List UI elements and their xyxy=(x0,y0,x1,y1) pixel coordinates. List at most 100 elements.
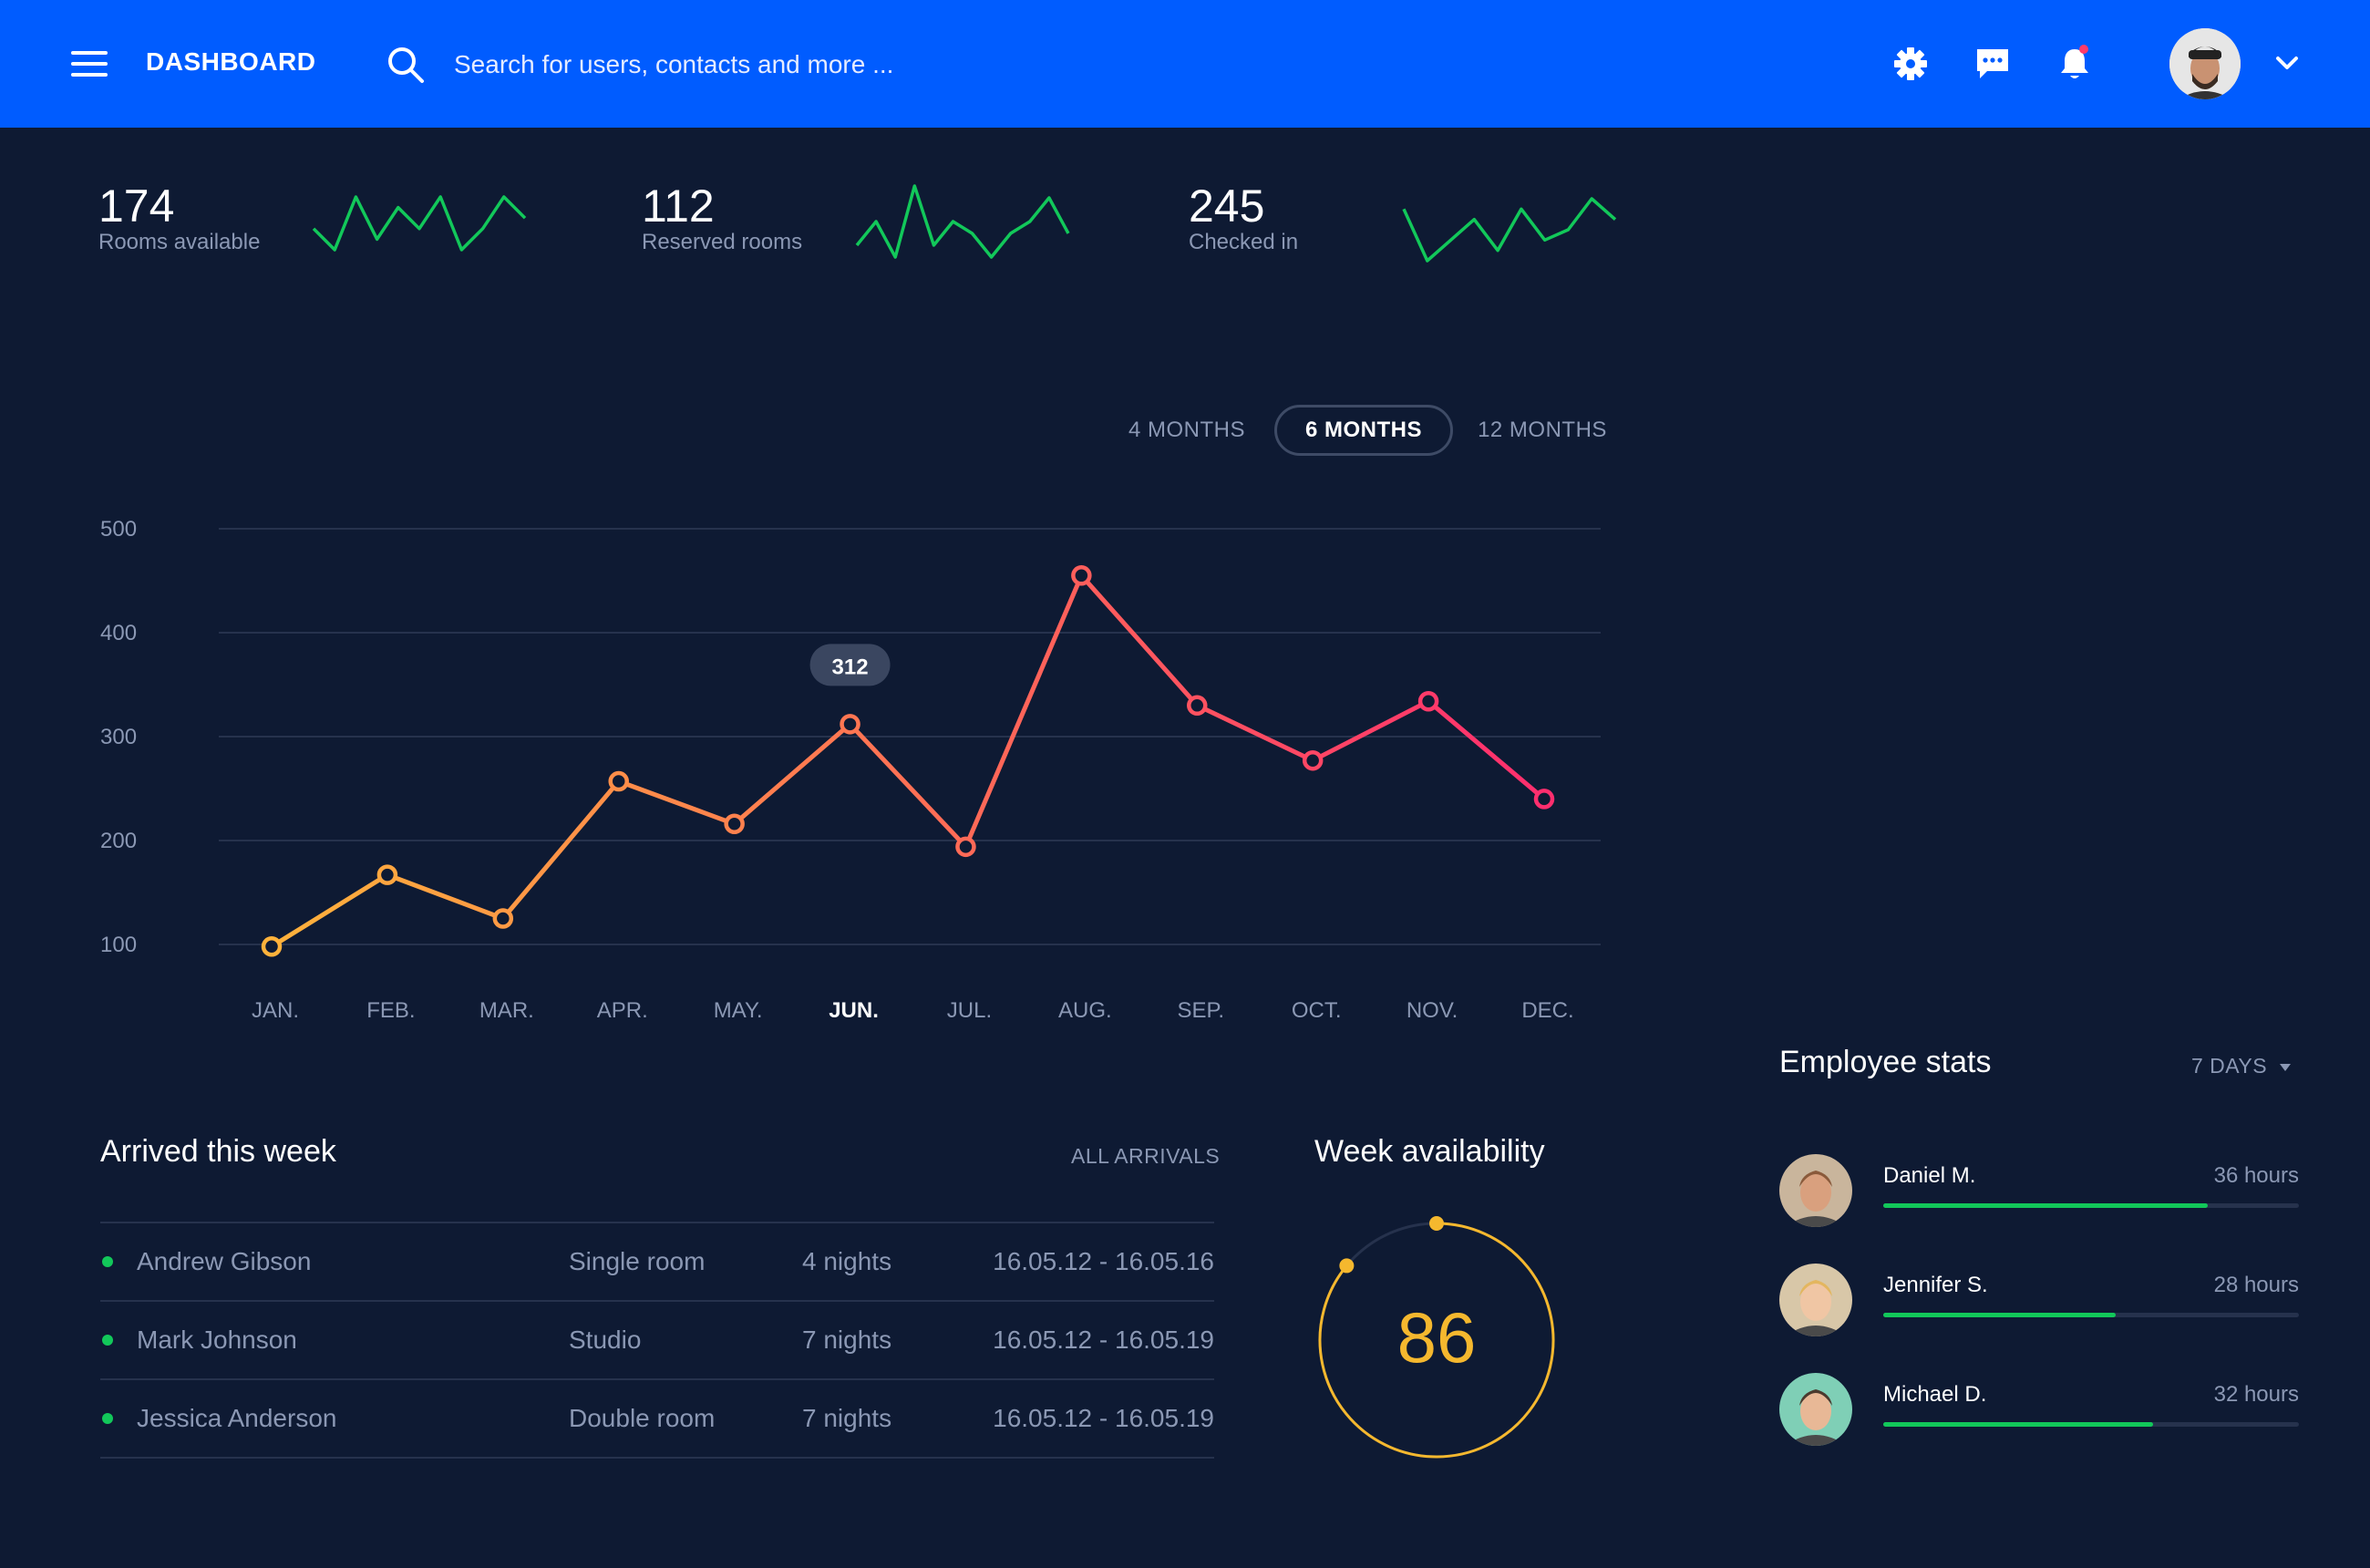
tab-4-months[interactable]: 4 MONTHS xyxy=(1114,405,1260,456)
tooltip-value: 312 xyxy=(832,655,869,679)
employee-hours: 28 hours xyxy=(2213,1273,2299,1297)
sparkline-checked-in xyxy=(1402,197,1617,263)
employee-row[interactable]: Daniel M. 36 hours xyxy=(1779,1154,2299,1231)
x-tick-label: MAY. xyxy=(714,998,763,1023)
status-dot xyxy=(102,1256,113,1267)
x-tick-label: APR. xyxy=(597,998,648,1023)
employee-row[interactable]: Jennifer S. 28 hours xyxy=(1779,1264,2299,1340)
page-title[interactable]: DASHBOARD xyxy=(146,47,316,77)
data-point[interactable] xyxy=(955,836,976,858)
tab-6-months[interactable]: 6 MONTHS xyxy=(1274,405,1453,456)
arrivals-table: Andrew Gibson Single room 4 nights 16.05… xyxy=(100,1222,1214,1459)
x-tick-label: JUN. xyxy=(829,998,879,1023)
availability-gauge: 86 xyxy=(1318,1216,1555,1459)
guest-name: Mark Johnson xyxy=(137,1326,297,1354)
date-range: 16.05.12 - 16.05.19 xyxy=(993,1326,1214,1354)
data-point[interactable] xyxy=(261,936,283,957)
x-tick-label: FEB. xyxy=(366,998,415,1023)
data-point[interactable] xyxy=(724,813,745,835)
kpi-value: 174 xyxy=(98,181,175,232)
period-dropdown[interactable]: 7 DAYS xyxy=(2191,1054,2292,1078)
table-row[interactable]: Andrew Gibson Single room 4 nights 16.05… xyxy=(100,1222,1214,1300)
data-point[interactable] xyxy=(1187,695,1208,717)
sparkline-rooms-available xyxy=(312,195,527,252)
search-input[interactable] xyxy=(452,42,1039,88)
nights: 7 nights xyxy=(802,1404,892,1432)
availability-value: 86 xyxy=(1397,1297,1477,1377)
table-row[interactable]: Mark Johnson Studio 7 nights 16.05.12 - … xyxy=(100,1300,1214,1378)
bell-icon[interactable] xyxy=(2055,44,2095,84)
y-tick-label: 100 xyxy=(100,933,137,957)
table-row[interactable]: Jessica Anderson Double room 7 nights 16… xyxy=(100,1378,1214,1459)
chevron-down-icon[interactable] xyxy=(2273,53,2301,73)
data-point[interactable] xyxy=(1302,749,1324,771)
kpi-label: Rooms available xyxy=(98,230,261,254)
y-tick-label: 300 xyxy=(100,725,137,749)
data-point[interactable] xyxy=(608,770,629,792)
gauge-start-dot xyxy=(1429,1216,1444,1231)
nights: 7 nights xyxy=(802,1326,892,1354)
all-arrivals-link[interactable]: ALL ARRIVALS xyxy=(1071,1144,1220,1169)
employee-name: Jennifer S. xyxy=(1883,1273,1988,1297)
x-tick-label: AUG. xyxy=(1058,998,1112,1023)
data-point[interactable] xyxy=(840,714,860,735)
top-navigation-bar: DASHBOARD xyxy=(0,0,2370,128)
caret-down-icon xyxy=(2280,1063,2292,1071)
x-tick-label: DEC. xyxy=(1521,998,1573,1023)
progress-track xyxy=(1883,1313,2299,1317)
avatar xyxy=(1779,1373,1852,1446)
kpi-reserved-rooms: 112 Reserved rooms xyxy=(642,179,802,255)
y-tick-label: 400 xyxy=(100,621,137,645)
avatar xyxy=(1779,1264,1852,1336)
employee-hours: 32 hours xyxy=(2213,1382,2299,1407)
rooms-line-chart: 100 200 300 400 500 JAN. FEB. MAR. APR. MAY. JUN. J… xyxy=(100,517,1601,1023)
employee-hours: 36 hours xyxy=(2213,1163,2299,1188)
room-type: Double room xyxy=(569,1404,716,1432)
room-type: Studio xyxy=(569,1326,642,1354)
data-point[interactable] xyxy=(1071,565,1092,586)
guest-name: Jessica Anderson xyxy=(137,1404,337,1432)
progress-fill xyxy=(1883,1313,2117,1317)
x-tick-label: OCT. xyxy=(1292,998,1342,1023)
search-icon[interactable] xyxy=(386,46,425,84)
kpi-checked-in: 245 Checked in xyxy=(1189,179,1298,255)
status-dot xyxy=(102,1413,113,1424)
gauge-end-dot xyxy=(1339,1258,1355,1274)
employee-row[interactable]: Michael D. 32 hours xyxy=(1779,1373,2299,1449)
period-label: 7 DAYS xyxy=(2191,1054,2268,1078)
x-tick-label: MAR. xyxy=(479,998,534,1023)
kpi-rooms-available: 174 Rooms available xyxy=(98,179,260,255)
kpi-label: Reserved rooms xyxy=(642,230,803,254)
x-tick-label: NOV. xyxy=(1407,998,1458,1023)
employee-stats-title: Employee stats xyxy=(1779,1045,1992,1079)
series-line xyxy=(270,573,1546,949)
employee-name: Daniel M. xyxy=(1883,1163,1976,1188)
arrivals-title: Arrived this week xyxy=(100,1134,336,1169)
kpi-label: Checked in xyxy=(1189,230,1299,254)
data-point[interactable] xyxy=(376,864,398,885)
tab-12-months[interactable]: 12 MONTHS xyxy=(1468,405,1617,456)
progress-fill xyxy=(1883,1203,2208,1208)
employee-name: Michael D. xyxy=(1883,1382,1987,1407)
menu-icon[interactable] xyxy=(71,47,111,80)
avatar xyxy=(1779,1154,1852,1227)
availability-title: Week availability xyxy=(1314,1134,1545,1169)
data-point[interactable] xyxy=(492,908,514,929)
y-tick-label: 200 xyxy=(100,829,137,853)
gear-icon[interactable] xyxy=(1891,44,1931,84)
data-point[interactable] xyxy=(1417,690,1439,712)
status-dot xyxy=(102,1335,113,1346)
sparkline-path xyxy=(855,184,1070,259)
kpi-value: 245 xyxy=(1189,181,1265,232)
notification-dot xyxy=(2079,45,2088,54)
avatar[interactable] xyxy=(2169,28,2241,99)
date-range: 16.05.12 - 16.05.19 xyxy=(993,1404,1214,1432)
sparkline-path xyxy=(312,195,527,252)
data-point[interactable] xyxy=(1533,789,1555,810)
sparkline-path xyxy=(1402,197,1617,263)
y-tick-label: 500 xyxy=(100,517,137,542)
chat-icon[interactable] xyxy=(1973,44,2013,84)
nights: 4 nights xyxy=(802,1247,892,1275)
x-tick-label: JUL. xyxy=(947,998,992,1023)
guest-name: Andrew Gibson xyxy=(137,1247,312,1275)
